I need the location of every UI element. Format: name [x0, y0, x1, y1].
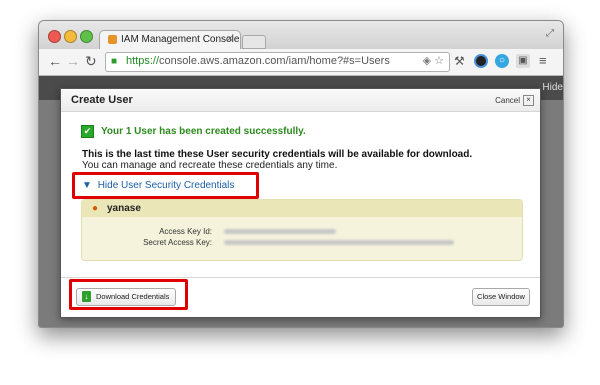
new-tab-button[interactable] [242, 35, 266, 49]
highlight-box [69, 279, 188, 310]
close-icon[interactable]: × [523, 95, 534, 106]
access-key-label: Access Key Id: [159, 227, 212, 236]
close-window-button[interactable] [48, 30, 61, 43]
tab-title: IAM Management Console [121, 34, 240, 45]
dialog-header: Create User Cancel × [61, 89, 540, 112]
extension-page-icon[interactable]: ▣ [516, 54, 530, 68]
secret-key-value [224, 240, 454, 245]
extension-badge-icon[interactable]: ○ [495, 54, 509, 68]
close-window-button[interactable]: Close Window [472, 288, 530, 306]
secret-key-label: Secret Access Key: [143, 238, 212, 247]
person-icon: ● [92, 203, 99, 214]
bookmark-star-icon[interactable]: ◈ ☆ [423, 54, 444, 67]
access-key-value [224, 229, 336, 234]
user-name: yanase [107, 203, 141, 214]
tab-close-icon[interactable]: × [227, 33, 233, 45]
create-user-dialog: Create User Cancel × ✔ Your 1 User has b… [60, 88, 541, 318]
reload-icon[interactable]: ↻ [85, 53, 97, 69]
title-bar: IAM Management Console × ⤢ [39, 21, 563, 50]
url-text: https://console.aws.amazon.com/iam/home?… [126, 55, 390, 67]
success-message: Your 1 User has been created successfull… [101, 126, 306, 137]
fullscreen-icon[interactable]: ⤢ [546, 28, 554, 39]
user-header: ● yanase [82, 200, 522, 217]
check-icon: ✔ [81, 125, 94, 138]
browser-tab[interactable]: IAM Management Console × [99, 30, 241, 50]
highlight-box [72, 172, 259, 199]
user-credentials-panel: ● yanase Access Key Id: Secret Access Ke… [81, 199, 523, 261]
address-bar[interactable]: ■ https://console.aws.amazon.com/iam/hom… [105, 52, 450, 72]
lock-icon: ■ [111, 56, 118, 67]
browser-toolbar: ← → ↻ ■ https://console.aws.amazon.com/i… [39, 49, 563, 76]
cancel-link[interactable]: Cancel [495, 96, 520, 105]
minimize-window-button[interactable] [64, 30, 77, 43]
warning-text: This is the last time these User securit… [82, 149, 473, 160]
extension-ring-icon[interactable] [474, 54, 488, 68]
manage-note: You can manage and recreate these creden… [82, 160, 338, 171]
aws-favicon-icon [108, 35, 117, 44]
page-hide-text: Hide [542, 82, 563, 93]
forward-arrow-icon[interactable]: → [66, 53, 80, 69]
dialog-title: Create User [71, 94, 133, 106]
zoom-window-button[interactable] [80, 30, 93, 43]
wrench-icon[interactable]: ⚒ [454, 53, 465, 69]
back-arrow-icon[interactable]: ← [48, 53, 62, 69]
menu-icon[interactable]: ≡ [539, 53, 547, 69]
